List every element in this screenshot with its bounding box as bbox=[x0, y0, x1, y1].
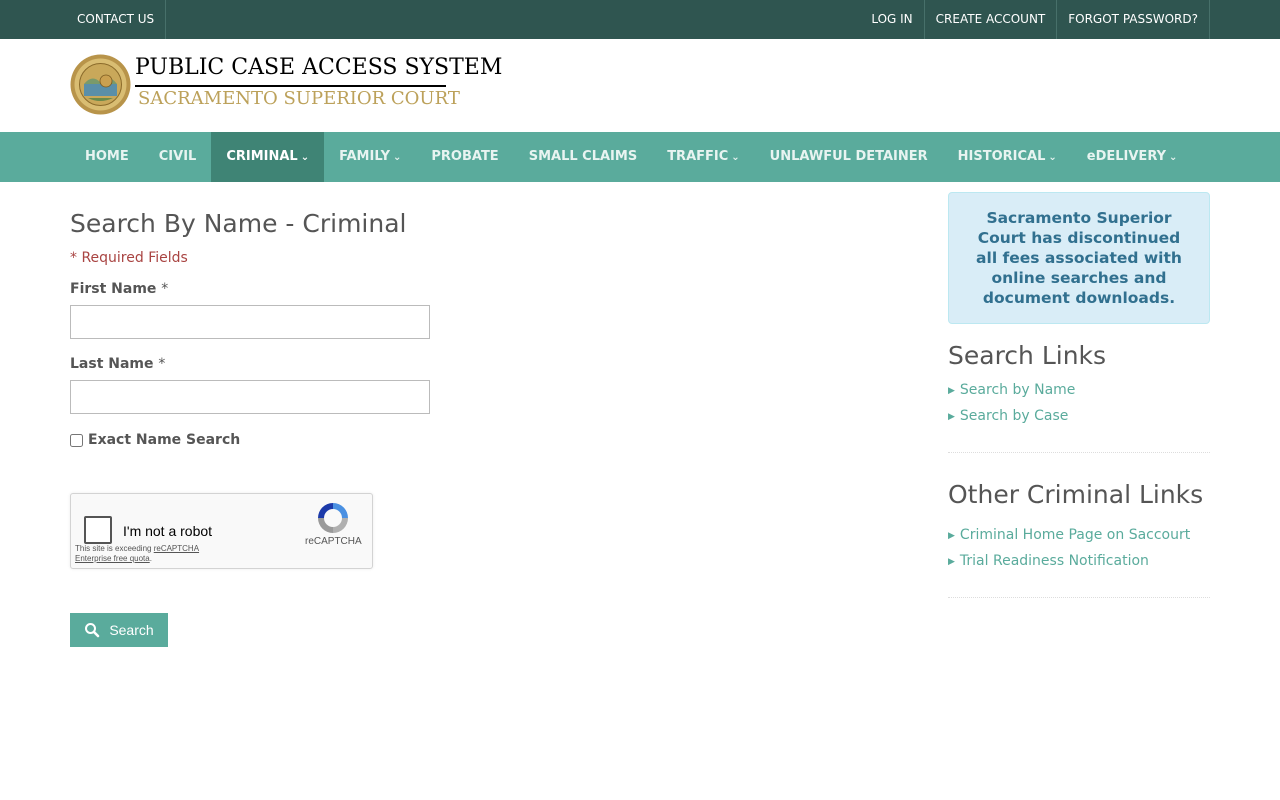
nav-list: HOME CIVIL CRIMINAL ⌄ FAMILY ⌄ PROBATE SMALL CL… bbox=[70, 132, 1192, 182]
nav-item-traffic[interactable]: TRAFFIC ⌄ bbox=[652, 132, 754, 182]
nav-item-label: FAMILY bbox=[339, 149, 390, 164]
exact-name-search-label: Exact Name Search bbox=[88, 432, 241, 448]
other-criminal-links-heading: Other Criminal Links bbox=[948, 480, 1204, 509]
search-by-name-label: Search by Name bbox=[959, 382, 1076, 398]
create-account-link[interactable]: CREATE ACCOUNT bbox=[925, 0, 1058, 39]
recaptcha-quota-notice: This site is exceeding reCAPTCHA Enterpr… bbox=[75, 544, 235, 564]
recaptcha-label: I'm not a robot bbox=[123, 523, 213, 539]
trial-readiness-label: Trial Readiness Notification bbox=[959, 553, 1149, 569]
search-by-case-link[interactable]: ▶ Search by Case bbox=[948, 408, 1068, 424]
page-title: Search By Name - Criminal bbox=[70, 209, 407, 238]
exact-name-search-option[interactable]: Exact Name Search bbox=[70, 432, 240, 448]
search-by-case-label: Search by Case bbox=[959, 408, 1069, 424]
last-name-label-text: Last Name bbox=[70, 356, 154, 372]
site-header: PUBLIC CASE ACCESS SYSTEM SACRAMENTO SUP… bbox=[0, 39, 1280, 132]
quota-text: This site is exceeding bbox=[75, 544, 154, 553]
nav-item-small-claims[interactable]: SMALL CLAIMS bbox=[514, 132, 652, 182]
nav-item-label: TRAFFIC bbox=[667, 149, 729, 164]
trial-readiness-link[interactable]: ▶ Trial Readiness Notification bbox=[948, 553, 1149, 569]
nav-item-home[interactable]: HOME bbox=[70, 132, 144, 182]
nav-item-historical[interactable]: HISTORICAL ⌄ bbox=[943, 132, 1072, 182]
nav-item-label: CRIMINAL bbox=[226, 149, 298, 164]
recaptcha-widget: I'm not a robot reCAPTCHA This site is e… bbox=[70, 493, 373, 569]
chevron-down-icon: ⌄ bbox=[1048, 152, 1057, 163]
chevron-down-icon: ⌄ bbox=[393, 152, 402, 163]
last-name-input[interactable] bbox=[70, 380, 430, 414]
nav-item-label: UNLAWFUL DETAINER bbox=[769, 149, 928, 164]
logo-divider bbox=[135, 85, 446, 87]
caret-right-icon: ▶ bbox=[948, 412, 955, 422]
search-links-heading: Search Links bbox=[948, 341, 1107, 370]
forgot-password-link[interactable]: FORGOT PASSWORD? bbox=[1057, 0, 1210, 39]
top-bar: CONTACT US LOG IN CREATE ACCOUNT FORGOT … bbox=[0, 0, 1280, 39]
required-fields-note: * Required Fields bbox=[70, 250, 188, 266]
recaptcha-checkbox[interactable] bbox=[84, 516, 112, 544]
recaptcha-logo-icon bbox=[318, 503, 348, 533]
site-title: PUBLIC CASE ACCESS SYSTEM bbox=[135, 55, 503, 80]
caret-right-icon: ▶ bbox=[948, 531, 955, 541]
site-subtitle: SACRAMENTO SUPERIOR COURT bbox=[138, 88, 460, 109]
criminal-home-page-link[interactable]: ▶ Criminal Home Page on Saccourt bbox=[948, 527, 1190, 543]
nav-item-label: eDELIVERY bbox=[1086, 149, 1167, 164]
caret-right-icon: ▶ bbox=[948, 386, 955, 396]
sidebar-divider bbox=[948, 452, 1210, 453]
nav-item-label: SMALL CLAIMS bbox=[528, 149, 638, 164]
caret-right-icon: ▶ bbox=[948, 557, 955, 567]
nav-item-criminal[interactable]: CRIMINAL ⌄ bbox=[211, 132, 325, 182]
chevron-down-icon: ⌄ bbox=[1169, 152, 1178, 163]
nav-item-edelivery[interactable]: eDELIVERY ⌄ bbox=[1072, 132, 1193, 182]
sidebar-divider bbox=[948, 597, 1210, 598]
exact-name-search-checkbox[interactable] bbox=[70, 433, 83, 447]
quota-suffix: . bbox=[149, 554, 152, 563]
nav-item-probate[interactable]: PROBATE bbox=[416, 132, 513, 182]
search-button[interactable]: Search bbox=[70, 613, 168, 647]
main-nav: HOME CIVIL CRIMINAL ⌄ FAMILY ⌄ PROBATE SMALL CL… bbox=[0, 132, 1280, 182]
search-icon bbox=[85, 623, 100, 638]
last-name-label: Last Name * bbox=[70, 356, 165, 372]
contact-us-link[interactable]: CONTACT US bbox=[66, 0, 167, 39]
search-button-label: Search bbox=[109, 622, 154, 638]
first-name-label-text: First Name bbox=[70, 281, 157, 297]
top-bar-right: LOG IN CREATE ACCOUNT FORGOT PASSWORD? bbox=[860, 0, 1210, 39]
chevron-down-icon: ⌄ bbox=[731, 152, 740, 163]
required-star: * bbox=[161, 281, 169, 297]
chevron-down-icon: ⌄ bbox=[300, 152, 310, 163]
nav-item-label: CIVIL bbox=[158, 149, 197, 164]
first-name-label: First Name * bbox=[70, 281, 168, 297]
recaptcha-brand: reCAPTCHA bbox=[305, 536, 362, 547]
nav-item-family[interactable]: FAMILY ⌄ bbox=[324, 132, 416, 182]
nav-item-label: HISTORICAL bbox=[957, 149, 1046, 164]
log-in-link[interactable]: LOG IN bbox=[860, 0, 925, 39]
search-by-name-link[interactable]: ▶ Search by Name bbox=[948, 382, 1075, 398]
top-bar-left: CONTACT US bbox=[66, 0, 167, 39]
required-star: * bbox=[158, 356, 166, 372]
first-name-input[interactable] bbox=[70, 305, 430, 339]
nav-item-label: PROBATE bbox=[431, 149, 499, 164]
fees-notice: Sacramento Superior Court has discontinu… bbox=[948, 192, 1210, 324]
court-seal-logo[interactable] bbox=[70, 54, 131, 115]
nav-item-civil[interactable]: CIVIL bbox=[144, 132, 212, 182]
nav-item-label: HOME bbox=[85, 149, 129, 164]
criminal-home-page-label: Criminal Home Page on Saccourt bbox=[959, 527, 1191, 543]
nav-item-unlawful-detainer[interactable]: UNLAWFUL DETAINER bbox=[755, 132, 943, 182]
